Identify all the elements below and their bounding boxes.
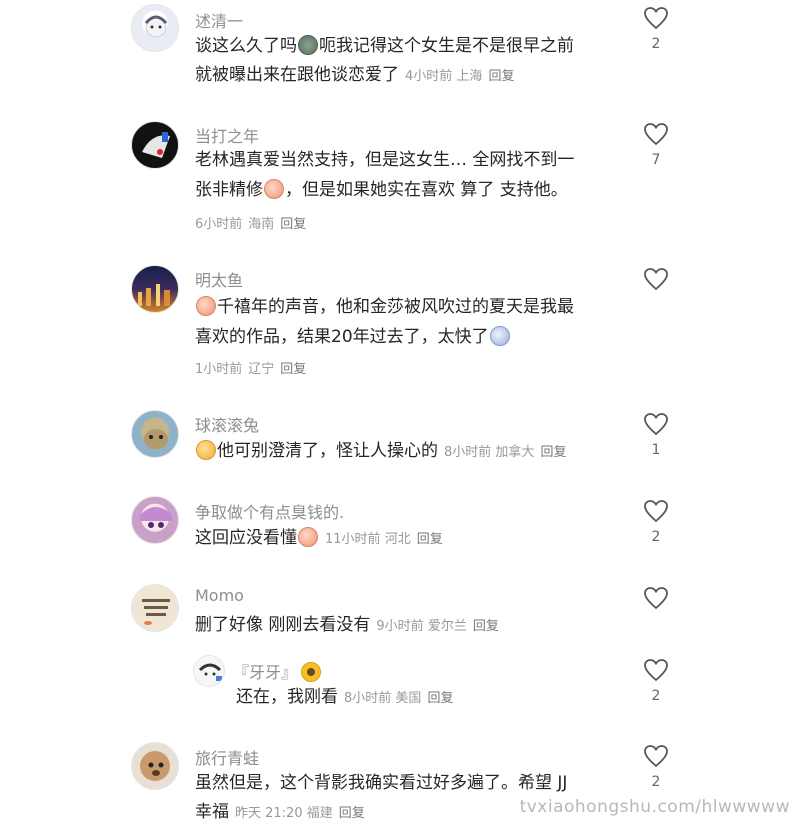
username[interactable]: 旅行青蛙 (195, 745, 259, 769)
comment-time: 4小时前 (405, 69, 453, 84)
comment-text-part: 呃我记得这个女生是不是很早之前 (319, 36, 574, 56)
reply-button[interactable]: 回复 (427, 691, 453, 706)
comment-text-line2: 张非精修 ，但是如果她实在喜欢 算了 支持他。 (195, 175, 568, 206)
comment-meta: 8小时前 美国 回复 (344, 691, 453, 706)
comment-text: 还在，我刚看 8小时前 美国 回复 (236, 682, 453, 714)
comment-text: 千禧年的声音，他和金莎被风吹过的夏天是我最 (195, 292, 574, 323)
gold-emoji-icon (196, 440, 216, 460)
comment-text-part: 谈这么久了吗 (195, 36, 297, 56)
reply-button[interactable]: 回复 (280, 362, 306, 377)
comment-location: 海南 (248, 217, 275, 232)
comment-text: 他可别澄清了，怪让人操心的 8小时前 加拿大 回复 (195, 436, 566, 468)
avatar[interactable] (131, 121, 179, 169)
like-count: 1 (651, 442, 661, 458)
comment-time: 11小时前 (325, 532, 381, 547)
comment-time: 9小时前 (376, 619, 424, 634)
comment-text: 老林遇真爱当然支持，但是这女生… 全网找不到一 (195, 150, 575, 170)
comment-text: 这回应没看懂 11小时前 河北 回复 (195, 523, 443, 555)
username[interactable]: 『牙牙』 (233, 659, 322, 683)
comment-text-line2: 就被曝出来在跟他谈恋爱了 4小时前 上海 回复 (195, 60, 514, 92)
like-count: 2 (651, 774, 661, 790)
reply-button[interactable]: 回复 (540, 445, 566, 460)
comment-text-part: 这回应没看懂 (195, 528, 297, 548)
comment-location: 加拿大 (495, 445, 535, 460)
comment-meta: 6小时前 海南 回复 (195, 213, 306, 232)
crying-emoji-icon (196, 296, 216, 316)
crying-emoji-icon (264, 179, 284, 199)
username-text: 『牙牙』 (233, 663, 298, 682)
comment-text-part: 幸福 (195, 802, 229, 822)
comment-location: 辽宁 (248, 362, 275, 377)
heart-icon[interactable] (643, 586, 669, 610)
reply-button[interactable]: 回复 (280, 217, 306, 232)
comment-text-part: 删了好像 刚刚去看没有 (195, 615, 371, 635)
sad-emoji-icon (489, 326, 510, 346)
comment-text-line2: 喜欢的作品，结果20年过去了，太快了 (195, 322, 511, 353)
heart-icon[interactable] (643, 658, 669, 682)
reply-button[interactable]: 回复 (488, 69, 514, 84)
heart-icon[interactable] (643, 744, 669, 768)
comment-time: 8小时前 (444, 445, 492, 460)
comment-text-part: 还在，我刚看 (236, 687, 338, 707)
username[interactable]: 当打之年 (195, 123, 259, 147)
avatar[interactable] (131, 742, 179, 790)
comment-text-part: 千禧年的声音，他和金莎被风吹过的夏天是我最 (217, 297, 574, 317)
comment-text: 删了好像 刚刚去看没有 9小时前 爱尔兰 回复 (195, 610, 499, 642)
comment-location: 上海 (456, 69, 483, 84)
username[interactable]: Momo (195, 586, 244, 605)
comment-location: 爱尔兰 (427, 619, 467, 634)
comment-location: 河北 (384, 532, 411, 547)
avatar[interactable] (131, 265, 179, 313)
comment-location: 福建 (306, 806, 333, 821)
comment-time: 8小时前 (344, 691, 392, 706)
comment-meta: 11小时前 河北 回复 (325, 532, 443, 547)
heart-icon[interactable] (643, 412, 669, 436)
avatar[interactable] (131, 4, 179, 52)
crying-emoji-icon (298, 527, 318, 547)
avatar[interactable] (131, 496, 179, 544)
comment-meta: 1小时前 辽宁 回复 (195, 358, 306, 377)
cat-emoji-icon (298, 35, 318, 55)
comment-text-part: 张非精修 (195, 180, 263, 200)
comment-meta: 昨天 21:20 福建 回复 (235, 806, 365, 821)
comment-meta: 8小时前 加拿大 回复 (444, 445, 566, 460)
comment-text-part: 喜欢的作品，结果20年过去了，太快了 (195, 327, 489, 347)
comment-time: 昨天 21:20 (235, 806, 303, 821)
username[interactable]: 明太鱼 (195, 267, 243, 291)
avatar[interactable] (131, 410, 179, 458)
comment-text-part: 他可别澄清了，怪让人操心的 (217, 441, 438, 461)
like-count: 2 (651, 36, 661, 52)
username[interactable]: 争取做个有点臭钱的. (195, 499, 344, 523)
heart-icon[interactable] (643, 6, 669, 30)
sunflower-icon (301, 662, 322, 682)
comment-time: 6小时前 (195, 217, 243, 232)
reply-button[interactable]: 回复 (339, 806, 365, 821)
comment-time: 1小时前 (195, 362, 243, 377)
comment-text-part: ，但是如果她实在喜欢 算了 支持他。 (285, 180, 568, 200)
heart-icon[interactable] (643, 267, 669, 291)
avatar[interactable] (131, 584, 179, 632)
avatar[interactable] (193, 655, 225, 687)
watermark: tvxiaohongshu.com/hlwwwww (519, 797, 790, 817)
comment-text: 谈这么久了吗 呃我记得这个女生是不是很早之前 (195, 31, 574, 62)
like-count: 2 (651, 688, 661, 704)
username[interactable]: 述清一 (195, 8, 243, 32)
username[interactable]: 球滚滚兔 (195, 412, 259, 436)
comment-text: 虽然但是，这个背影我确实看过好多遍了。希望 JJ (195, 773, 568, 793)
like-count: 2 (651, 529, 661, 545)
heart-icon[interactable] (643, 499, 669, 523)
comment-location: 美国 (395, 691, 422, 706)
comment-text-part: 就被曝出来在跟他谈恋爱了 (195, 65, 399, 85)
heart-icon[interactable] (643, 122, 669, 146)
comment-meta: 9小时前 爱尔兰 回复 (376, 619, 498, 634)
comment-meta: 4小时前 上海 回复 (405, 69, 514, 84)
reply-button[interactable]: 回复 (417, 532, 443, 547)
comment-text-line2: 幸福 昨天 21:20 福建 回复 (195, 797, 365, 829)
reply-button[interactable]: 回复 (473, 619, 499, 634)
like-count: 7 (651, 152, 661, 168)
